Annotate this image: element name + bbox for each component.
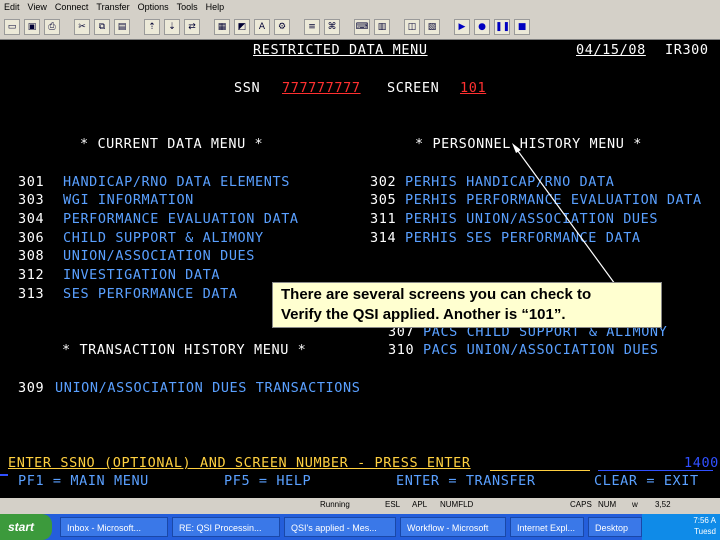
- desktop-button[interactable]: Desktop: [588, 517, 642, 537]
- callout-line-2: Verify the QSI applied. Another is “101”…: [281, 306, 566, 323]
- task-button[interactable]: Internet Expl...: [510, 517, 584, 537]
- status-num: NUM: [598, 500, 617, 509]
- task-button[interactable]: Inbox - Microsoft...: [60, 517, 168, 537]
- status-esl: ESL: [385, 500, 401, 509]
- clock-day: Tuesd: [694, 527, 716, 536]
- status-running: Running: [320, 500, 350, 509]
- callout-arrow: [512, 143, 616, 285]
- status-caps: CAPS: [570, 500, 592, 509]
- status-bar: Running ESL APL NUMFLD CAPS NUM w 3,52: [0, 498, 720, 514]
- task-button[interactable]: Workflow - Microsoft: [400, 517, 506, 537]
- task-button[interactable]: RE: QSI Processin...: [172, 517, 280, 537]
- taskbar: start Inbox - Microsoft... RE: QSI Proce…: [0, 514, 720, 540]
- system-tray: 7:56 A Tuesd: [642, 514, 720, 540]
- status-cursor-pos: 3,52: [655, 500, 671, 509]
- clock-time: 7:56 A: [693, 516, 716, 525]
- callout-line-1: There are several screens you can check …: [281, 286, 592, 303]
- start-button[interactable]: start: [0, 514, 52, 540]
- task-button[interactable]: QSI's applied - Mes...: [284, 517, 396, 537]
- status-w: w: [632, 500, 638, 509]
- callout-arrow-head: [512, 143, 521, 153]
- callout-arrow-line: [514, 146, 616, 285]
- callout-annotation: There are several screens you can check …: [272, 282, 662, 328]
- status-numfld: NUMFLD: [440, 500, 474, 509]
- status-apl: APL: [412, 500, 428, 509]
